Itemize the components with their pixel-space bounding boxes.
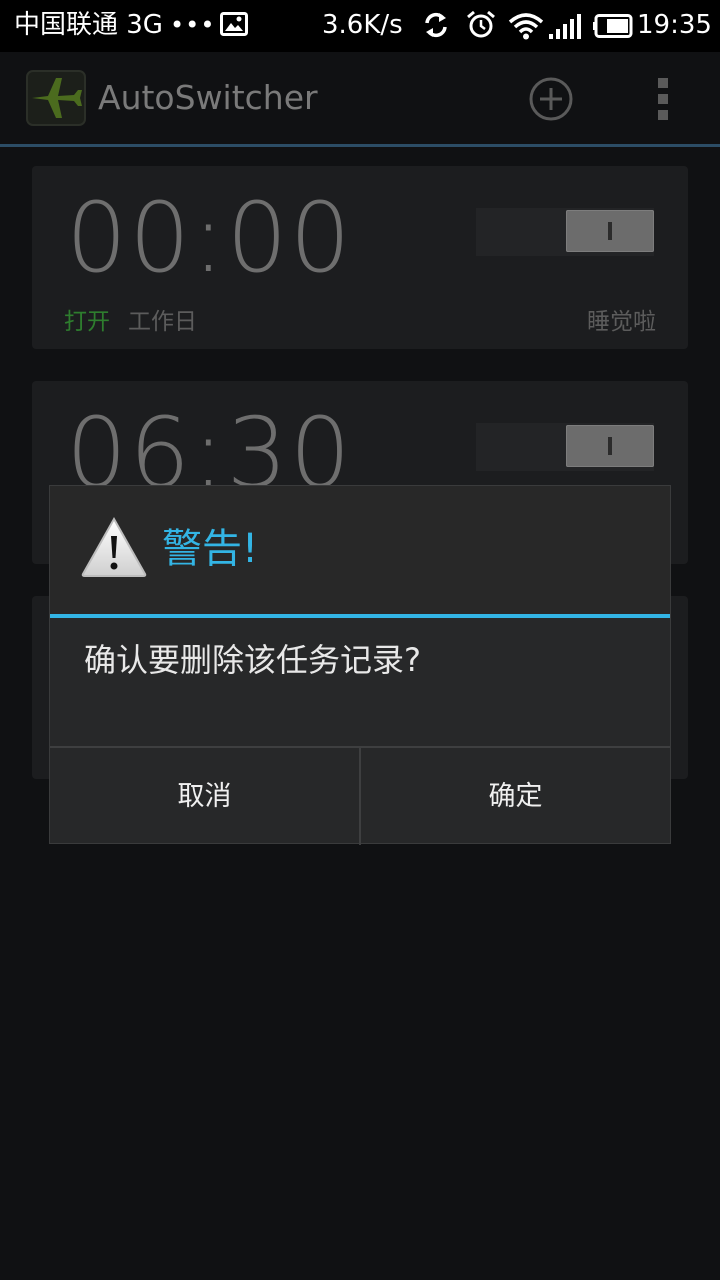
airplane-app-icon[interactable]	[26, 70, 86, 126]
network-speed: 3.6K/s	[322, 10, 403, 40]
dialog-buttons: 取消 确定	[50, 746, 670, 845]
alert-dialog: 警告! 确认要删除该任务记录? 取消 确定	[50, 486, 670, 845]
task-toggle[interactable]	[476, 208, 654, 256]
cancel-button[interactable]: 取消	[50, 748, 361, 845]
task-toggle[interactable]	[476, 423, 654, 471]
task-card[interactable]: 00:00 打开 工作日 睡觉啦	[32, 166, 688, 349]
warning-icon	[81, 516, 147, 577]
task-label: 睡觉啦	[587, 309, 656, 335]
task-time: 00:00	[66, 182, 353, 294]
dialog-message: 确认要删除该任务记录?	[84, 641, 421, 679]
action-bar: AutoSwitcher	[0, 52, 720, 147]
clock: 19:35	[637, 10, 712, 40]
toggle-knob	[566, 210, 654, 252]
dialog-title: 警告!	[162, 526, 259, 572]
toggle-knob	[566, 425, 654, 467]
status-bar: 中国联通 3G ••• 3.6K/s 19:35	[0, 0, 720, 52]
battery-icon	[593, 14, 633, 38]
task-status: 打开	[64, 309, 110, 335]
carrier-label: 中国联通 3G	[14, 10, 163, 40]
sync-icon	[425, 12, 447, 38]
dialog-divider	[50, 614, 670, 618]
overflow-menu-icon[interactable]	[654, 76, 674, 122]
app-title: AutoSwitcher	[98, 78, 318, 117]
add-circle-icon[interactable]	[528, 76, 574, 122]
notification-dots: •••	[170, 11, 216, 39]
task-days: 工作日	[128, 309, 197, 335]
image-icon	[220, 12, 248, 36]
confirm-button[interactable]: 确定	[361, 748, 670, 845]
dialog-header: 警告!	[50, 486, 670, 614]
wifi-icon	[508, 13, 544, 40]
signal-icon	[549, 14, 581, 39]
alarm-icon	[467, 10, 495, 38]
